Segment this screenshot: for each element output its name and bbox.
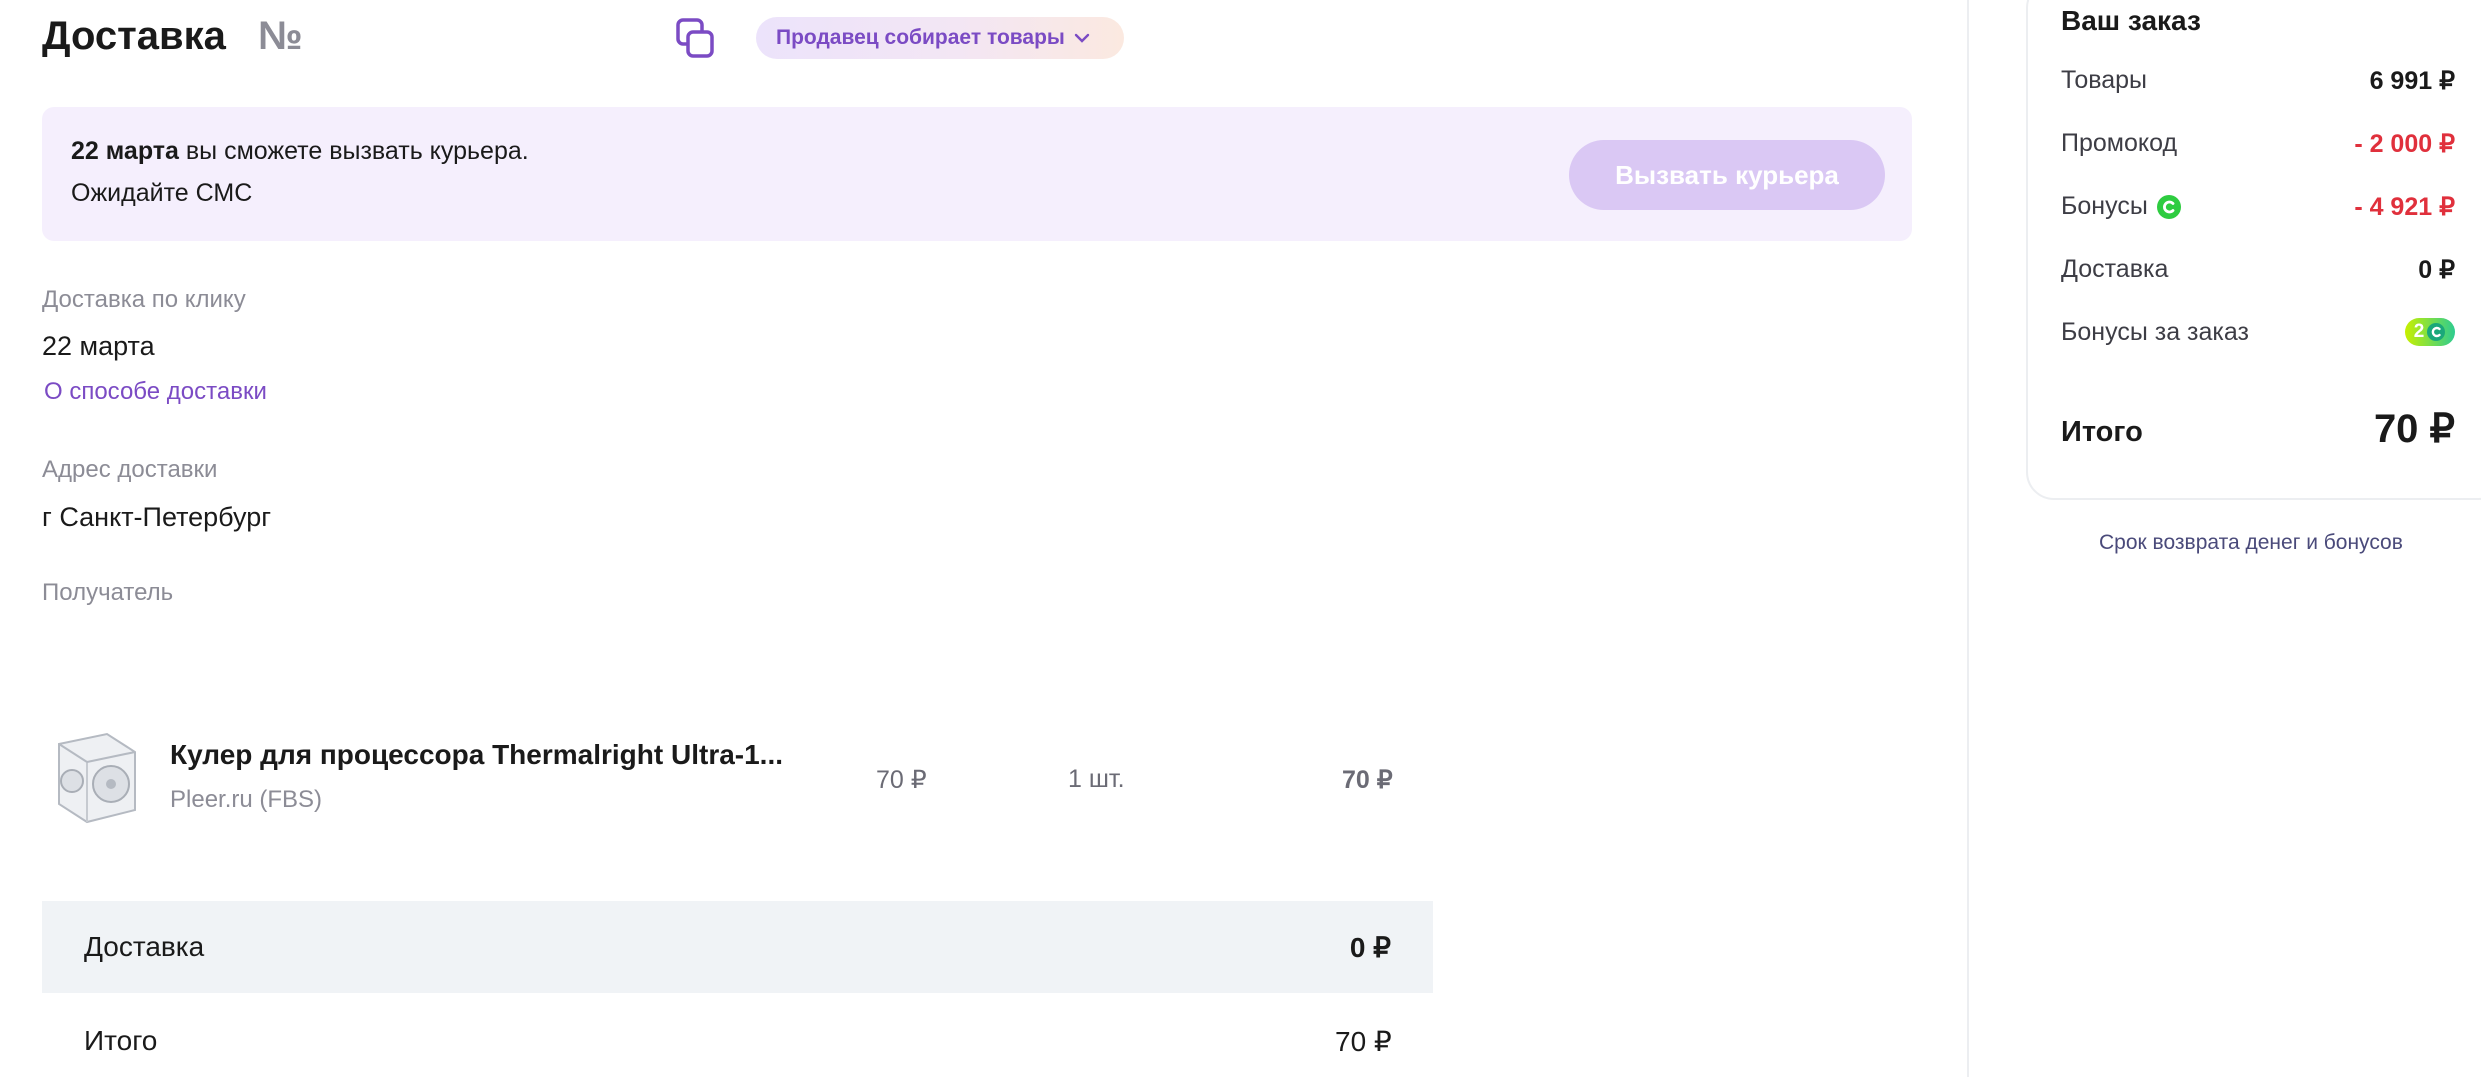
refund-terms-link[interactable]: Срок возврата денег и бонусов (2099, 531, 2403, 555)
order-total-label: Итого (84, 1025, 158, 1056)
notice-text-line2: Ожидайте СМС (71, 179, 253, 207)
notice-text-line1: 22 марта вы сможете вызвать курьера. (71, 137, 529, 166)
order-status-dropdown[interactable]: Продавец собирает товары (756, 17, 1124, 59)
order-delivery-row: Доставка 0 ₽ (42, 901, 1433, 993)
summary-bonuses-label: Бонусы (2061, 192, 2148, 220)
summary-delivery-label: Доставка (2061, 255, 2169, 283)
about-delivery-link[interactable]: О способе доставки (44, 378, 267, 406)
delivery-address-label: Адрес доставки (42, 456, 218, 483)
recipient-label: Получатель (42, 579, 174, 606)
order-status-label: Продавец собирает товары (776, 26, 1065, 49)
product-total: 70 ₽ (1342, 766, 1393, 794)
summary-bonuses-value: - 4 921 ₽ (2354, 193, 2455, 221)
summary-total-label: Итого (2061, 416, 2143, 448)
product-seller: Pleer.ru (FBS) (170, 786, 323, 813)
delivery-address: г Санкт-Петербург (42, 502, 272, 532)
cooler-product-image[interactable] (45, 726, 145, 830)
product-name[interactable]: Кулер для процессора Thermalright Ultra-… (170, 739, 783, 771)
page-title: Доставка (42, 14, 226, 58)
call-courier-button[interactable]: Вызвать курьера (1569, 140, 1885, 210)
summary-order-bonuses-label: Бонусы за заказ (2061, 318, 2250, 346)
order-number: № (258, 14, 303, 58)
summary-title: Ваш заказ (2061, 5, 2201, 36)
notice-date: 22 марта (71, 137, 179, 165)
courier-notice-banner: 22 марта вы сможете вызвать курьера. Ожи… (42, 107, 1912, 241)
bonus-coin-icon (2156, 194, 2181, 219)
order-bonus-badge: 2 (2405, 318, 2455, 346)
summary-goods-value: 6 991 ₽ (2369, 67, 2455, 95)
column-divider (1967, 0, 1969, 1077)
order-delivery-label: Доставка (84, 931, 205, 962)
summary-total-value: 70 ₽ (2373, 407, 2455, 451)
notice-text: вы сможете вызвать курьера. (178, 137, 529, 165)
copy-icon[interactable] (676, 18, 716, 62)
summary-promocode-value: - 2 000 ₽ (2354, 130, 2455, 158)
chevron-down-icon (1074, 33, 1090, 43)
product-quantity: 1 шт. (1068, 765, 1125, 793)
summary-delivery-value: 0 ₽ (2418, 256, 2455, 284)
product-price: 70 ₽ (876, 766, 927, 794)
summary-bonuses-row: Бонусы (2061, 192, 2182, 221)
order-bonus-amount: 2 (2413, 321, 2425, 342)
order-total-value: 70 ₽ (1335, 1026, 1392, 1057)
delivery-date: 22 марта (42, 331, 155, 361)
order-delivery-value: 0 ₽ (1349, 932, 1391, 963)
delivery-method-label: Доставка по клику (42, 286, 246, 313)
summary-promocode-label: Промокод (2061, 129, 2178, 157)
summary-goods-label: Товары (2061, 66, 2147, 94)
bonus-coin-icon (2427, 323, 2446, 341)
